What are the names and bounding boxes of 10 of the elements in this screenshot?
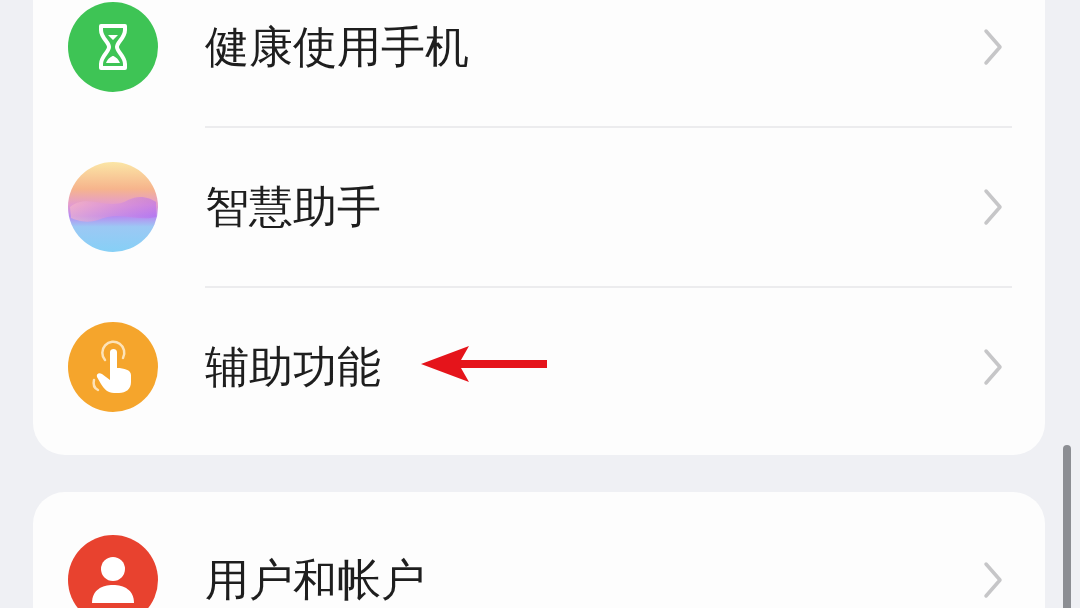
chevron-right-icon <box>983 28 1003 66</box>
settings-item[interactable]: 用户和帐户 <box>33 501 1045 608</box>
settings-item[interactable]: 辅助功能 <box>33 288 1045 446</box>
settings-item[interactable]: 健康使用手机 <box>33 0 1045 126</box>
chevron-right-icon <box>983 188 1003 226</box>
chevron-right-icon <box>983 348 1003 386</box>
chevron-right-icon <box>983 561 1003 599</box>
gradient-orb-icon <box>68 162 158 252</box>
tapping-hand-icon <box>68 322 158 412</box>
settings-item[interactable]: 智慧助手 <box>33 128 1045 286</box>
